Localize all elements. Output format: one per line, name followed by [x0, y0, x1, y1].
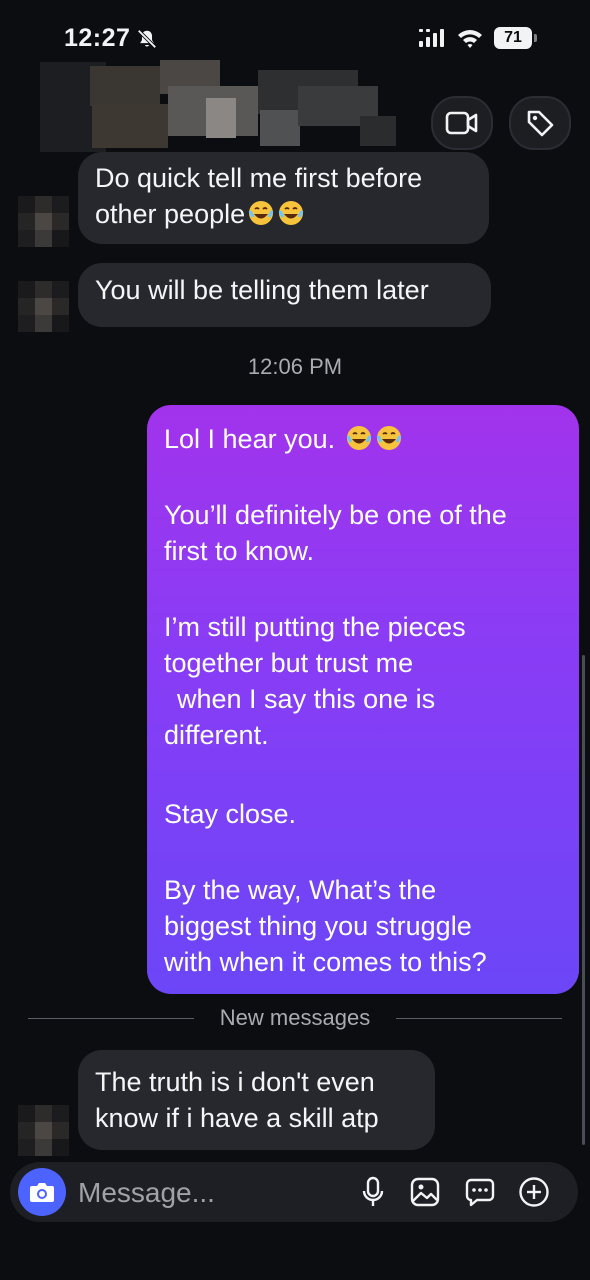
message-paragraph: By the way, What’s the biggest thing you…: [164, 875, 487, 977]
incoming-message[interactable]: You will be telling them later: [78, 263, 491, 327]
bell-slash-icon: [137, 29, 157, 49]
incoming-message[interactable]: Do quick tell me first before other peop…: [78, 152, 489, 244]
battery-icon: 71: [494, 27, 538, 49]
microphone-button[interactable]: [356, 1175, 390, 1209]
scrollbar[interactable]: [582, 655, 585, 1145]
chat-header: [0, 56, 590, 156]
message-paragraph: I’m still putting the pieces together bu…: [164, 612, 466, 750]
message-text: Lol I hear you.: [164, 424, 336, 454]
outgoing-message[interactable]: Lol I hear you. You’ll definitely be one…: [147, 405, 579, 994]
gallery-icon: [410, 1177, 440, 1207]
gallery-button[interactable]: [408, 1175, 442, 1209]
wifi-icon: [458, 30, 482, 48]
message-text: Do quick tell me first before: [95, 163, 423, 193]
sender-avatar[interactable]: [18, 196, 70, 248]
video-call-button[interactable]: [431, 96, 493, 150]
add-button[interactable]: [517, 1175, 551, 1209]
microphone-icon: [362, 1176, 384, 1206]
sticker-chat-button[interactable]: [463, 1175, 497, 1209]
camera-icon: [30, 1183, 54, 1202]
laughing-emoji-icon: [376, 426, 401, 450]
plus-circle-icon: [519, 1177, 549, 1207]
incoming-message[interactable]: The truth is i don't even know if i have…: [78, 1050, 435, 1150]
cellular-signal-icon: [419, 29, 444, 47]
tag-icon: [527, 110, 554, 137]
laughing-emoji-icon: [248, 201, 274, 225]
new-messages-divider: New messages: [28, 1005, 562, 1035]
message-composer: [10, 1162, 578, 1222]
laughing-emoji-icon: [278, 201, 304, 225]
laughing-emoji-icon: [346, 426, 371, 450]
message-paragraph: You’ll definitely be one of the first to…: [164, 500, 507, 566]
message-text: The truth is i don't even: [95, 1067, 375, 1097]
sticker-chat-icon: [465, 1178, 495, 1207]
message-text: other people: [95, 199, 246, 229]
sender-avatar[interactable]: [18, 1105, 70, 1157]
message-input[interactable]: [76, 1172, 340, 1214]
message-paragraph: Stay close.: [164, 799, 297, 829]
battery-level: 71: [494, 27, 532, 49]
camera-button[interactable]: [18, 1168, 66, 1216]
sender-avatar[interactable]: [18, 281, 70, 333]
message-text: know if i have a skill atp: [95, 1103, 379, 1133]
status-time: 12:27: [64, 24, 131, 52]
message-timestamp: 12:06 PM: [247, 354, 343, 379]
message-text: You will be telling them later: [95, 275, 429, 305]
video-camera-icon: [445, 111, 478, 135]
tag-button[interactable]: [509, 96, 571, 150]
